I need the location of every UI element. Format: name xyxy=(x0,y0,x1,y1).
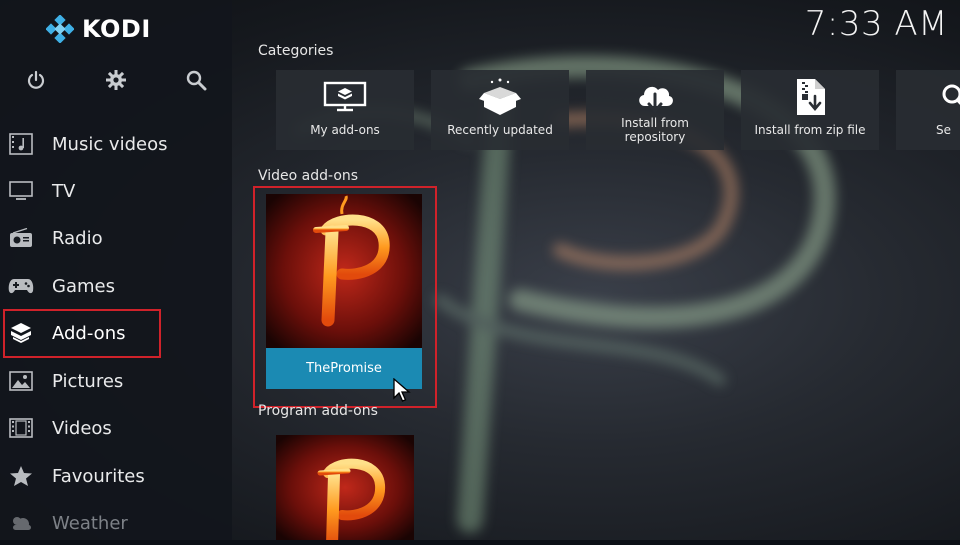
sidebar-item-label: Music videos xyxy=(52,133,168,155)
sidebar-item-favourites[interactable]: Favourites xyxy=(0,454,232,498)
kodi-logo-icon xyxy=(46,15,74,43)
sidebar-item-weather[interactable]: Weather xyxy=(0,501,232,545)
sidebar-item-label: Games xyxy=(52,275,115,297)
sidebar-item-label: TV xyxy=(52,180,76,202)
sidebar-item-label: Radio xyxy=(52,227,103,249)
thepromise-thumbnail xyxy=(266,194,422,348)
app-name: KODI xyxy=(82,15,151,43)
sidebar-item-label: Videos xyxy=(52,417,112,439)
music-video-icon xyxy=(8,132,34,156)
sidebar-item-label: Favourites xyxy=(52,465,145,487)
search-icon xyxy=(896,80,960,114)
sidebar-toolbar xyxy=(0,64,232,96)
search-icon[interactable] xyxy=(180,64,212,96)
gamepad-icon xyxy=(8,274,34,298)
clock: 7:33 AM xyxy=(804,4,948,44)
category-install-from-repository[interactable]: Install from repository xyxy=(586,70,724,150)
picture-icon xyxy=(8,369,34,393)
category-label: My add-ons xyxy=(310,123,380,137)
zip-file-icon xyxy=(741,79,879,115)
category-label: Install from zip file xyxy=(754,123,866,137)
tv-icon xyxy=(8,179,34,203)
sidebar-item-music-videos[interactable]: Music videos xyxy=(0,122,232,166)
sidebar: KODI Music videos TV Radio Games Add-ons… xyxy=(0,0,232,540)
weather-icon xyxy=(8,511,34,535)
category-search[interactable]: Se xyxy=(896,70,960,150)
kodi-logo[interactable]: KODI xyxy=(46,13,151,45)
program-addons-heading: Program add-ons xyxy=(258,403,378,419)
category-label: Recently updated xyxy=(447,123,553,137)
film-icon xyxy=(8,416,34,440)
program-addon-tile[interactable] xyxy=(276,435,414,540)
sidebar-item-pictures[interactable]: Pictures xyxy=(0,359,232,403)
addon-tile-thepromise[interactable]: ThePromise xyxy=(266,194,422,389)
cloud-download-icon xyxy=(586,80,724,114)
sidebar-item-radio[interactable]: Radio xyxy=(0,216,232,260)
gear-icon[interactable] xyxy=(100,64,132,96)
sidebar-item-label: Weather xyxy=(52,512,128,534)
mouse-cursor-icon xyxy=(393,378,411,402)
sidebar-item-games[interactable]: Games xyxy=(0,264,232,308)
radio-icon xyxy=(8,226,34,250)
star-icon xyxy=(8,464,34,488)
category-install-from-zip[interactable]: Install from zip file xyxy=(741,70,879,150)
sidebar-item-tv[interactable]: TV xyxy=(0,169,232,213)
sidebar-item-videos[interactable]: Videos xyxy=(0,406,232,450)
sidebar-item-label: Pictures xyxy=(52,370,124,392)
monitor-box-icon xyxy=(276,80,414,114)
category-label: Se xyxy=(936,123,951,137)
video-addons-heading: Video add-ons xyxy=(258,168,359,184)
open-box-icon xyxy=(431,78,569,115)
power-icon[interactable] xyxy=(20,64,52,96)
category-my-add-ons[interactable]: My add-ons xyxy=(276,70,414,150)
categories-heading: Categories xyxy=(258,43,334,59)
category-recently-updated[interactable]: Recently updated xyxy=(431,70,569,150)
category-label: Install from repository xyxy=(621,116,689,144)
program-addon-thumbnail xyxy=(276,435,414,540)
addons-highlight-outline xyxy=(3,309,161,358)
